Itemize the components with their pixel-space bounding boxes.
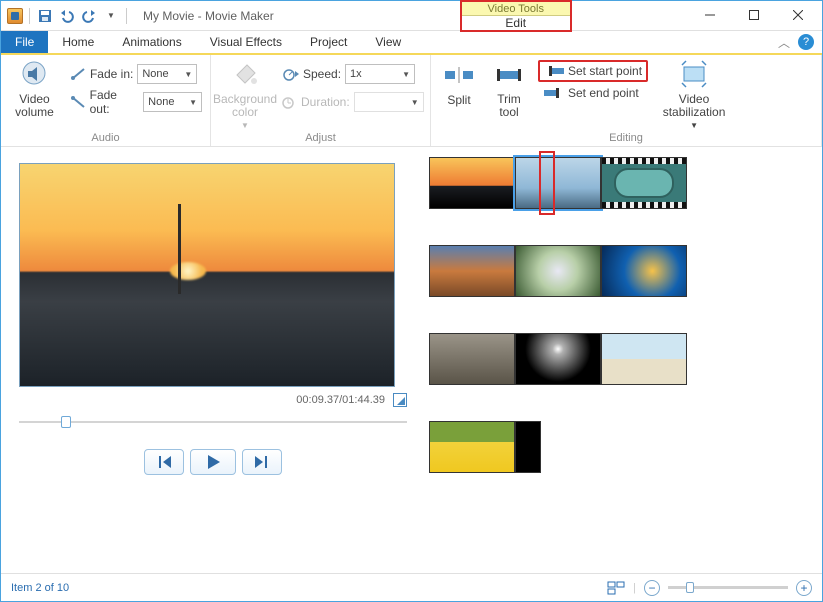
tab-view[interactable]: View (361, 31, 415, 53)
clip-thumbnail[interactable] (601, 333, 687, 385)
time-display: 00:09.37/01:44.39 (296, 394, 385, 406)
fade-out-dropdown[interactable]: None▼ (143, 92, 202, 112)
collapse-ribbon-icon[interactable]: ︿ (778, 34, 790, 51)
clip-thumbnail[interactable] (429, 157, 515, 209)
quick-access-toolbar: ▼ (1, 7, 135, 25)
preview-monitor[interactable] (19, 163, 395, 387)
bucket-icon (229, 59, 261, 91)
split-button[interactable]: Split (439, 59, 479, 107)
window-title: My Movie - Movie Maker (135, 9, 274, 23)
zoom-out-button[interactable]: − (644, 580, 660, 596)
contextual-tab-group: Video Tools Edit (460, 0, 572, 32)
contextual-tab-header: Video Tools (462, 2, 570, 16)
set-start-icon (544, 64, 564, 78)
background-color-button[interactable]: Background color▼ (219, 59, 271, 130)
close-button[interactable] (776, 1, 820, 29)
video-stabilization-button[interactable]: Video stabilization▼ (657, 59, 731, 130)
tab-home[interactable]: Home (48, 31, 108, 53)
clip-thumbnail[interactable] (515, 421, 541, 473)
fade-in-label: Fade in: (90, 67, 133, 81)
ribbon-tabs: File Home Animations Visual Effects Proj… (1, 31, 822, 55)
tab-project[interactable]: Project (296, 31, 361, 53)
duration-dropdown: ▼ (354, 92, 424, 112)
set-end-point-button[interactable]: Set end point (539, 83, 647, 103)
speaker-icon (18, 59, 50, 91)
zoom-slider[interactable] (668, 586, 788, 589)
redo-icon[interactable] (80, 7, 98, 25)
clip-thumbnail[interactable] (429, 333, 515, 385)
set-end-icon (544, 86, 564, 100)
preview-pane: 00:09.37/01:44.39 (1, 147, 421, 563)
duration-label: Duration: (301, 95, 350, 109)
prev-frame-button[interactable] (144, 449, 184, 475)
maximize-button[interactable] (732, 1, 776, 29)
set-start-point-button[interactable]: Set start point (538, 60, 648, 82)
trim-tool-button[interactable]: Trim tool (489, 59, 529, 119)
next-frame-button[interactable] (242, 449, 282, 475)
status-item-count: Item 2 of 10 (11, 582, 69, 594)
fade-in-icon (70, 67, 86, 81)
ribbon: Video volume Fade in: None▼ Fade out: No… (1, 55, 822, 147)
group-label-adjust: Adjust (219, 130, 422, 144)
group-label-editing: Editing (439, 130, 813, 144)
status-bar: Item 2 of 10 | − + (1, 573, 822, 601)
fade-in-dropdown[interactable]: None▼ (137, 64, 197, 84)
clip-thumbnail[interactable] (515, 333, 601, 385)
zoom-in-button[interactable]: + (796, 580, 812, 596)
undo-icon[interactable] (58, 7, 76, 25)
help-icon[interactable]: ? (798, 34, 814, 50)
speed-icon (281, 67, 299, 81)
clip-thumbnail[interactable] (515, 245, 601, 297)
workspace: 00:09.37/01:44.39 (1, 147, 822, 563)
group-label-audio: Audio (9, 130, 202, 144)
split-icon (443, 59, 475, 91)
play-button[interactable] (190, 449, 236, 475)
trim-icon (493, 59, 525, 91)
qat-dropdown-icon[interactable]: ▼ (102, 7, 120, 25)
tab-edit[interactable]: Edit (471, 16, 560, 30)
view-mode-icon[interactable] (607, 580, 625, 596)
save-icon[interactable] (36, 7, 54, 25)
seek-bar[interactable] (19, 413, 407, 431)
speed-label: Speed: (303, 67, 341, 81)
video-volume-button[interactable]: Video volume (9, 59, 60, 119)
clip-thumbnail[interactable] (515, 157, 601, 209)
clip-title[interactable] (601, 157, 687, 209)
fade-out-icon (70, 95, 86, 109)
clip-thumbnail[interactable] (429, 421, 515, 473)
title-bar: ▼ My Movie - Movie Maker Video Tools Edi… (1, 1, 822, 31)
minimize-button[interactable] (688, 1, 732, 29)
tab-animations[interactable]: Animations (108, 31, 195, 53)
clip-thumbnail[interactable] (429, 245, 515, 297)
clip-thumbnail[interactable] (601, 245, 687, 297)
fade-out-label: Fade out: (90, 88, 140, 116)
app-icon (7, 8, 23, 24)
duration-icon (281, 95, 297, 109)
tab-file[interactable]: File (1, 31, 48, 53)
storyboard[interactable] (421, 147, 822, 563)
speed-dropdown[interactable]: 1x▼ (345, 64, 415, 84)
fullscreen-icon[interactable] (393, 393, 407, 407)
stabilization-icon (678, 59, 710, 91)
tab-visual-effects[interactable]: Visual Effects (196, 31, 296, 53)
